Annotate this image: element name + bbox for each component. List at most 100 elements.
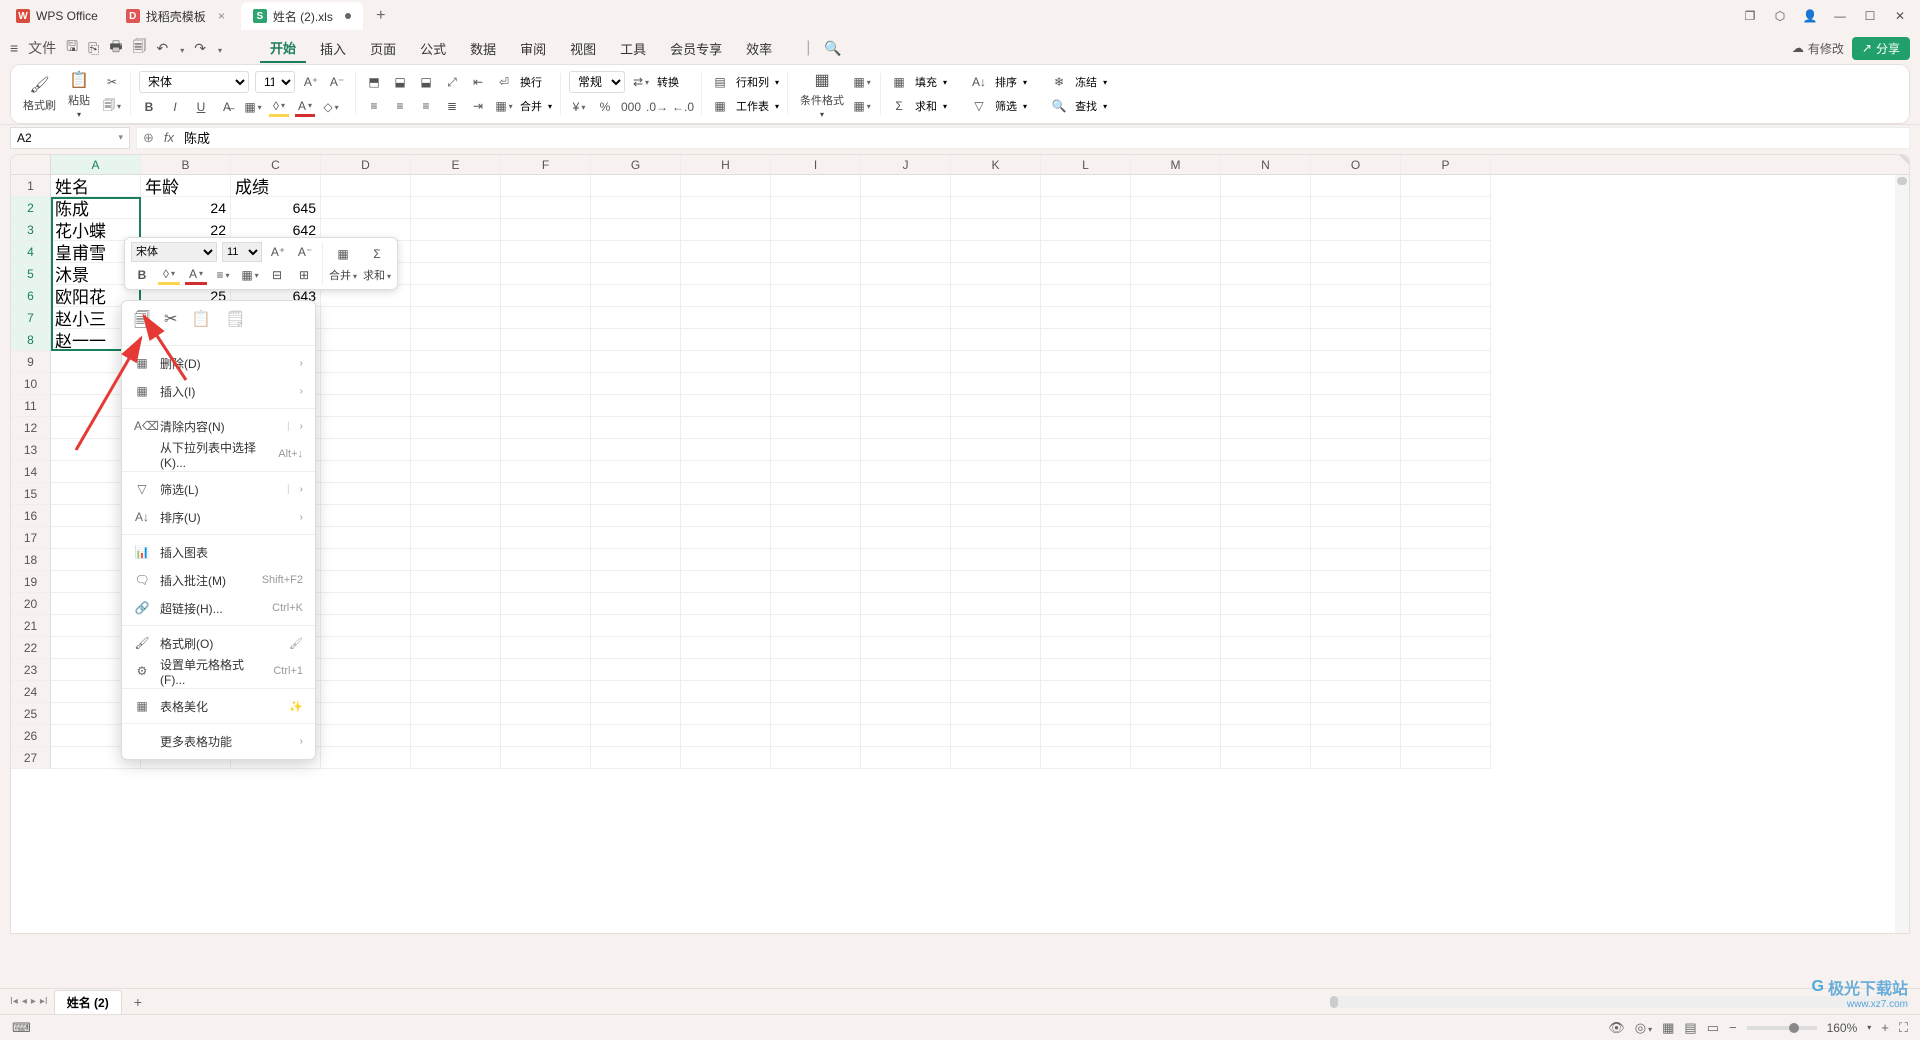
cell[interactable] [771, 329, 861, 351]
currency-icon[interactable]: ¥ [569, 97, 589, 117]
cell[interactable] [411, 307, 501, 329]
decrease-font-icon[interactable]: A⁻ [327, 72, 347, 92]
cell[interactable] [591, 703, 681, 725]
cell[interactable] [1401, 725, 1491, 747]
tab-home[interactable]: 开始 [260, 34, 306, 63]
tab-template[interactable]: D 找稻壳模板 × [114, 2, 237, 30]
cell[interactable] [591, 461, 681, 483]
copy-icon[interactable]: 🗐 [102, 96, 122, 116]
cell[interactable] [951, 307, 1041, 329]
cell[interactable] [771, 527, 861, 549]
col-header-h[interactable]: H [681, 155, 771, 174]
worksheet-button[interactable]: 工作表 [736, 98, 769, 114]
col-header-p[interactable]: P [1401, 155, 1491, 174]
row-header[interactable]: 22 [11, 637, 51, 659]
row-header[interactable]: 20 [11, 593, 51, 615]
cell[interactable] [1041, 549, 1131, 571]
tab-insert[interactable]: 插入 [310, 35, 356, 62]
table-style-icon[interactable]: ▦ [852, 96, 872, 116]
cell[interactable] [681, 637, 771, 659]
cell[interactable] [501, 329, 591, 351]
convert-icon[interactable]: ⇄ [631, 72, 651, 92]
cell[interactable] [861, 417, 951, 439]
cell[interactable] [951, 681, 1041, 703]
row-header[interactable]: 21 [11, 615, 51, 637]
sheet-prev-icon[interactable]: ◂ [22, 996, 27, 1007]
sort-button[interactable]: 排序 [995, 74, 1017, 90]
cell[interactable] [951, 571, 1041, 593]
cell[interactable] [321, 703, 411, 725]
cell[interactable] [501, 197, 591, 219]
cell[interactable] [681, 373, 771, 395]
cell[interactable] [1401, 637, 1491, 659]
cell[interactable] [771, 549, 861, 571]
scroll-thumb[interactable] [1897, 177, 1907, 185]
add-sheet-button[interactable]: + [128, 994, 148, 1010]
cell[interactable] [771, 285, 861, 307]
mini-fill-icon[interactable]: ◊ [158, 265, 180, 285]
row-header[interactable]: 23 [11, 659, 51, 681]
find-button[interactable]: 查找 [1075, 98, 1097, 114]
justify-icon[interactable]: ≣ [442, 96, 462, 116]
cut-icon[interactable]: ✂ [102, 72, 122, 92]
cell[interactable] [1311, 439, 1401, 461]
cell[interactable] [411, 461, 501, 483]
cell[interactable] [1311, 461, 1401, 483]
mini-merge-label[interactable]: 合并 [329, 267, 357, 283]
cell[interactable] [321, 307, 411, 329]
mini-dec-font-icon[interactable]: A⁻ [294, 242, 316, 262]
cell[interactable] [861, 175, 951, 197]
cell[interactable] [591, 659, 681, 681]
col-header-l[interactable]: L [1041, 155, 1131, 174]
cell[interactable] [411, 351, 501, 373]
cell[interactable] [591, 725, 681, 747]
cell[interactable] [681, 747, 771, 769]
cell[interactable] [1401, 571, 1491, 593]
cell[interactable] [501, 593, 591, 615]
share-button[interactable]: ↗分享 [1852, 37, 1910, 60]
cell[interactable] [1131, 615, 1221, 637]
cell[interactable] [861, 571, 951, 593]
cell[interactable] [1221, 417, 1311, 439]
row-header[interactable]: 17 [11, 527, 51, 549]
cell[interactable] [681, 285, 771, 307]
ctx-paste-special-icon[interactable]: 🗒 [225, 309, 245, 336]
tab-review[interactable]: 审阅 [510, 35, 556, 62]
row-header[interactable]: 26 [11, 725, 51, 747]
align-left-icon[interactable]: ≡ [364, 96, 384, 116]
mini-bold-icon[interactable]: B [131, 265, 153, 285]
cell[interactable] [1401, 219, 1491, 241]
cell[interactable] [1401, 351, 1491, 373]
cell[interactable] [411, 505, 501, 527]
sheet-next-icon[interactable]: ▸ [31, 996, 36, 1007]
row-header[interactable]: 18 [11, 549, 51, 571]
cell[interactable] [951, 329, 1041, 351]
cell[interactable] [411, 175, 501, 197]
cell[interactable] [1401, 747, 1491, 769]
ctx-copy-icon[interactable]: 🗐 [134, 309, 150, 336]
cell[interactable] [1131, 571, 1221, 593]
print-icon[interactable]: 🖶 [109, 36, 122, 60]
cell[interactable] [1311, 703, 1401, 725]
col-header-o[interactable]: O [1311, 155, 1401, 174]
cell[interactable] [501, 725, 591, 747]
cell[interactable] [321, 593, 411, 615]
cell[interactable] [1401, 241, 1491, 263]
cell[interactable] [1041, 263, 1131, 285]
italic-icon[interactable]: I [165, 97, 185, 117]
cell[interactable] [681, 725, 771, 747]
ctx-more[interactable]: 更多表格功能› [122, 727, 315, 755]
cell[interactable] [1131, 329, 1221, 351]
cell[interactable] [1221, 527, 1311, 549]
cell[interactable] [861, 483, 951, 505]
orientation-icon[interactable]: ⤢ [442, 72, 462, 92]
cell[interactable] [501, 439, 591, 461]
underline-icon[interactable]: U [191, 97, 211, 117]
cell[interactable] [1401, 329, 1491, 351]
cell[interactable] [771, 263, 861, 285]
window-dup-icon[interactable]: ❐ [1736, 2, 1764, 30]
cell[interactable] [951, 461, 1041, 483]
align-middle-icon[interactable]: ⬓ [390, 72, 410, 92]
row-header[interactable]: 19 [11, 571, 51, 593]
cell[interactable] [771, 439, 861, 461]
